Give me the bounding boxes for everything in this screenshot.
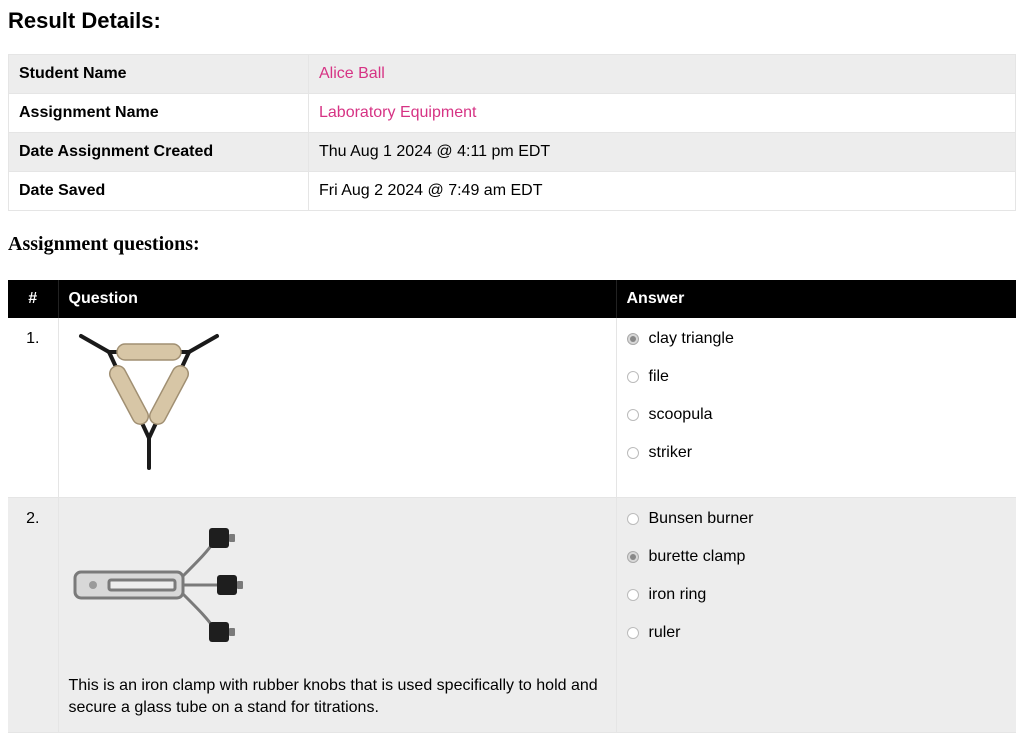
clay-triangle-icon (69, 330, 606, 475)
col-header-answer: Answer (616, 280, 1016, 318)
answer-option[interactable]: ruler (627, 624, 1007, 642)
radio-icon (627, 627, 639, 639)
question-cell (58, 318, 616, 498)
answer-option-label: scoopula (649, 406, 713, 424)
radio-icon (627, 409, 639, 421)
col-header-question: Question (58, 280, 616, 318)
answer-option-label: clay triangle (649, 330, 734, 348)
question-cell: This is an iron clamp with rubber knobs … (58, 498, 616, 733)
radio-icon (627, 333, 639, 345)
answer-option-label: file (649, 368, 669, 386)
questions-subheading: Assignment questions: (8, 233, 1016, 256)
radio-icon (627, 589, 639, 601)
answer-option-label: striker (649, 444, 693, 462)
answer-option-label: Bunsen burner (649, 510, 754, 528)
answer-option[interactable]: Bunsen burner (627, 510, 1007, 528)
question-number: 2. (8, 498, 58, 733)
answer-option-label: iron ring (649, 586, 707, 604)
radio-icon (627, 513, 639, 525)
answer-option[interactable]: striker (627, 444, 1007, 462)
detail-value-assignment-name: Laboratory Equipment (309, 94, 1016, 133)
radio-icon (627, 551, 639, 563)
detail-value-student-name: Alice Ball (309, 55, 1016, 94)
detail-key-date-created: Date Assignment Created (9, 133, 309, 172)
detail-key-student-name: Student Name (9, 55, 309, 94)
detail-key-assignment-name: Assignment Name (9, 94, 309, 133)
answer-option[interactable]: scoopula (627, 406, 1007, 424)
questions-table: # Question Answer 1. (8, 280, 1016, 733)
question-description: This is an iron clamp with rubber knobs … (69, 675, 606, 720)
assignment-name-link[interactable]: Laboratory Equipment (319, 104, 476, 121)
student-name-link[interactable]: Alice Ball (319, 65, 385, 82)
detail-value-date-saved: Fri Aug 2 2024 @ 7:49 am EDT (309, 172, 1016, 211)
detail-value-date-created: Thu Aug 1 2024 @ 4:11 pm EDT (309, 133, 1016, 172)
burette-clamp-icon (69, 510, 606, 665)
answer-option[interactable]: burette clamp (627, 548, 1007, 566)
answer-option[interactable]: file (627, 368, 1007, 386)
col-header-number: # (8, 280, 58, 318)
answer-option-label: burette clamp (649, 548, 746, 566)
table-row: 2. (8, 498, 1016, 733)
detail-key-date-saved: Date Saved (9, 172, 309, 211)
answer-cell: clay triangle file scoopula striker (616, 318, 1016, 498)
answer-option[interactable]: iron ring (627, 586, 1007, 604)
answer-option-label: ruler (649, 624, 681, 642)
page-title: Result Details: (8, 8, 1016, 34)
radio-icon (627, 447, 639, 459)
radio-icon (627, 371, 639, 383)
table-row: 1. (8, 318, 1016, 498)
question-number: 1. (8, 318, 58, 498)
answer-cell: Bunsen burner burette clamp iron ring ru… (616, 498, 1016, 733)
answer-option[interactable]: clay triangle (627, 330, 1007, 348)
result-details-table: Student Name Alice Ball Assignment Name … (8, 54, 1016, 211)
